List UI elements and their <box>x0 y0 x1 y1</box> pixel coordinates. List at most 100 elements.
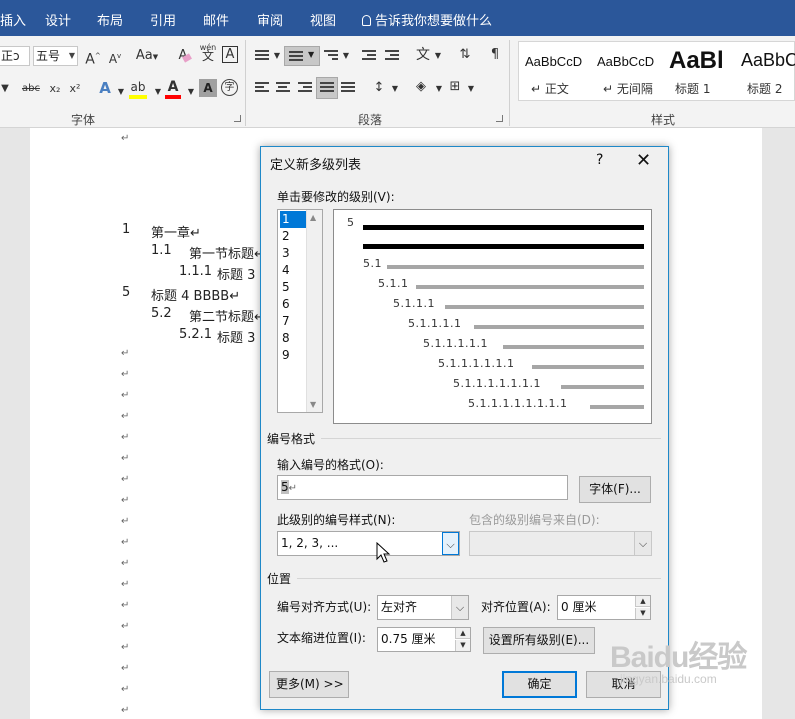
decrease-indent-icon[interactable] <box>362 50 376 62</box>
increase-indent-icon[interactable] <box>385 50 399 62</box>
highlight-icon[interactable]: ab <box>128 78 148 99</box>
group-divider <box>245 40 246 126</box>
tab-references[interactable]: 引用 <box>150 10 176 29</box>
style-normal[interactable]: AaBbCcD ↵ 正文 <box>519 42 591 102</box>
ok-button[interactable]: 确定 <box>502 671 577 698</box>
list-text[interactable]: 第一节标题↵ <box>189 243 265 262</box>
align-left-icon[interactable] <box>255 82 269 94</box>
tab-design[interactable]: 设计 <box>45 10 71 29</box>
preview-number: 5.1.1.1.1 <box>408 317 462 330</box>
multilevel-list-icon[interactable] <box>324 50 338 62</box>
level-listbox[interactable]: 1 2 3 4 5 6 7 8 9 ▲ ▼ <box>277 209 323 413</box>
clear-format-icon[interactable]: A <box>174 47 192 65</box>
character-shading-icon[interactable]: A <box>199 79 217 97</box>
enclose-characters-icon[interactable]: 字 <box>221 79 238 96</box>
number-style-select[interactable]: 1, 2, 3, ... ⌵ <box>277 531 460 556</box>
font-name-value: 正ɔ <box>1 49 20 63</box>
chevron-down-icon[interactable]: ▼ <box>386 80 404 98</box>
spin-up-icon[interactable]: ▲ <box>635 596 650 607</box>
spin-down-icon[interactable]: ▼ <box>635 608 650 619</box>
chevron-down-icon[interactable]: ▼ <box>337 47 355 65</box>
preview-bar <box>363 225 644 230</box>
font-dialog-launcher-icon[interactable] <box>234 115 241 122</box>
number-format-section-label: 编号格式 <box>267 432 316 446</box>
list-text[interactable]: 第二节标题↵ <box>189 306 265 325</box>
tell-me-search[interactable]: 告诉我你想要做什么 <box>362 10 492 29</box>
style-heading-1[interactable]: AaBl 标题 1 <box>663 42 735 102</box>
chevron-down-icon[interactable]: ▼ <box>429 47 447 65</box>
level-item[interactable]: 4 <box>280 262 306 279</box>
spin-down-icon[interactable]: ▼ <box>455 640 470 651</box>
paragraph-mark: ↵ <box>121 600 130 611</box>
alignment-value: 左对齐 <box>381 600 418 614</box>
spin-up-icon[interactable]: ▲ <box>455 628 470 639</box>
style-no-spacing[interactable]: AaBbCcD ↵ 无间隔 <box>591 42 663 102</box>
level-item[interactable]: 5 <box>280 279 306 296</box>
tab-review[interactable]: 审阅 <box>257 10 283 29</box>
show-formatting-marks-icon[interactable]: ¶ <box>486 46 504 64</box>
more-button[interactable]: 更多(M) >> <box>269 671 349 698</box>
align-center-icon[interactable] <box>276 82 290 94</box>
list-number: 1.1 <box>151 243 172 258</box>
level-item[interactable]: 9 <box>280 347 306 364</box>
superscript-icon[interactable]: x² <box>66 80 84 98</box>
distributed-icon[interactable] <box>341 82 355 94</box>
tab-layout[interactable]: 布局 <box>97 10 123 29</box>
subscript-icon[interactable]: x₂ <box>46 80 64 98</box>
paragraph-mark: ↵ <box>121 684 130 695</box>
tab-mailings[interactable]: 邮件 <box>203 10 229 29</box>
watermark-brand: Baidu经验 <box>610 641 747 674</box>
chevron-down-icon[interactable]: ⌵ <box>451 596 468 619</box>
level-item[interactable]: 6 <box>280 296 306 313</box>
scroll-up-icon[interactable]: ▲ <box>310 213 316 222</box>
tab-insert[interactable]: 插入 <box>0 10 26 29</box>
chevron-down-icon[interactable]: ▼ <box>182 83 200 101</box>
paragraph-mark: ↵ <box>121 411 130 422</box>
sort-icon[interactable]: ⇅ <box>456 46 474 64</box>
aligned-at-spinner[interactable]: 0 厘米 ▲ ▼ <box>557 595 651 620</box>
align-right-icon[interactable] <box>298 82 312 94</box>
bullets-icon[interactable] <box>255 50 269 62</box>
level-item[interactable]: 2 <box>280 228 306 245</box>
paragraph-mark: ↵ <box>121 579 130 590</box>
grow-font-icon[interactable]: A^ <box>84 47 102 68</box>
help-button[interactable]: ? <box>596 152 603 168</box>
alignment-select[interactable]: 左对齐 ⌵ <box>377 595 469 620</box>
font-size-value: 五号 <box>36 49 61 63</box>
justify-button[interactable] <box>316 77 338 99</box>
level-list-scrollbar[interactable]: ▲ ▼ <box>306 210 322 412</box>
font-name-combo[interactable]: 正ɔ <box>0 46 30 66</box>
level-item[interactable]: 1 <box>280 211 306 228</box>
tab-view[interactable]: 视图 <box>310 10 336 29</box>
set-all-levels-button[interactable]: 设置所有级别(E)... <box>483 627 595 654</box>
change-case-icon[interactable]: Aa▼ <box>134 47 160 65</box>
list-text[interactable]: 标题 3 <box>217 264 255 283</box>
chevron-down-icon[interactable]: ⌵ <box>442 532 459 555</box>
preview-number: 5.1.1.1 <box>393 297 435 310</box>
level-item[interactable]: 3 <box>280 245 306 262</box>
preview-number: 5.1.1.1.1.1 <box>423 337 488 350</box>
scroll-down-icon[interactable]: ▼ <box>310 400 316 409</box>
list-text[interactable]: 标题 3 <box>217 327 255 346</box>
list-text[interactable]: 第一章↵ <box>151 222 201 241</box>
style-heading-2[interactable]: AaBbC 标题 2 <box>735 42 795 102</box>
list-text[interactable]: 标题 4 BBBB↵ <box>151 285 240 304</box>
shading-icon[interactable]: ◈ <box>412 78 430 96</box>
dropdown-icon[interactable]: ▼ <box>0 80 14 98</box>
character-border-icon[interactable]: A <box>222 46 238 63</box>
text-indent-spinner[interactable]: 0.75 厘米 ▲ ▼ <box>377 627 471 652</box>
close-icon[interactable]: ✕ <box>636 150 651 171</box>
paragraph-dialog-launcher-icon[interactable] <box>496 115 503 122</box>
number-format-input[interactable]: 5↵ <box>277 475 568 500</box>
enter-format-label: 输入编号的格式(O): <box>277 458 384 472</box>
font-button[interactable]: 字体(F)... <box>579 476 651 503</box>
font-color-icon[interactable]: A <box>164 78 182 99</box>
level-item[interactable]: 7 <box>280 313 306 330</box>
chevron-down-icon[interactable]: ▼ <box>462 80 480 98</box>
level-item[interactable]: 8 <box>280 330 306 347</box>
phonetic-guide-icon[interactable]: wén 文 <box>199 43 217 62</box>
shrink-font-icon[interactable]: Av <box>106 47 124 66</box>
font-size-combo[interactable]: 五号 ▼ <box>33 46 78 66</box>
strikethrough-icon[interactable]: abc <box>20 80 42 98</box>
numbering-button[interactable]: ▼ <box>284 46 320 66</box>
